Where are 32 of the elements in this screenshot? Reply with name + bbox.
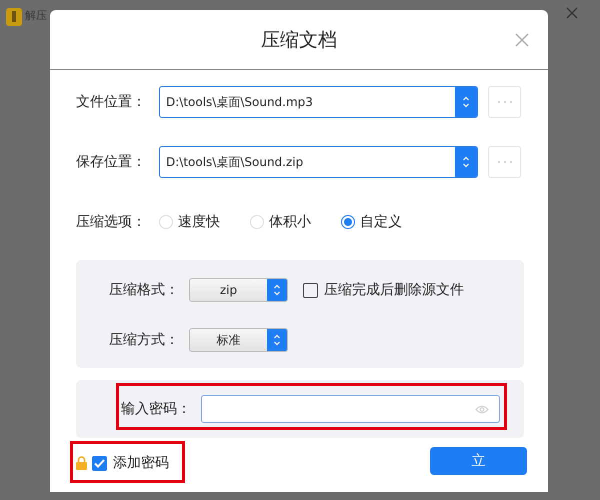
browse-button[interactable] (488, 86, 521, 118)
compress-button[interactable]: 立 (430, 446, 527, 474)
spinner-arrows-icon[interactable] (462, 155, 470, 169)
eye-icon[interactable] (475, 404, 489, 414)
method-label: 压缩方式： (109, 331, 180, 349)
spinner-arrows-icon[interactable] (462, 95, 470, 109)
field-label: 文件位置： (76, 93, 147, 111)
format-select[interactable]: zip (189, 278, 288, 302)
path-field[interactable]: D:\tools\桌面\Sound.zip (159, 146, 478, 178)
spinner-arrows-icon[interactable] (273, 283, 281, 297)
spinner-arrows-icon[interactable] (273, 333, 281, 347)
password-field[interactable] (201, 395, 500, 423)
path-field[interactable]: D:\tools\桌面\Sound.mp3 (159, 86, 478, 118)
radio-option[interactable]: 体积小 (250, 213, 311, 231)
ellipsis-icon[interactable] (496, 160, 512, 164)
ellipsis-icon[interactable] (496, 100, 512, 104)
close-icon[interactable] (566, 7, 578, 19)
add-password-checkbox[interactable]: 添加密码 (92, 454, 169, 472)
delete-source-checkbox[interactable]: 压缩完成后删除源文件 (303, 281, 464, 299)
checkmark-icon[interactable] (94, 458, 105, 468)
browse-button[interactable] (488, 146, 521, 178)
dialog-title: 压缩文档 (261, 28, 337, 52)
app-icon (6, 8, 22, 26)
options-label: 压缩选项： (76, 213, 147, 231)
field-label: 保存位置： (76, 153, 147, 171)
lock-icon (76, 456, 87, 470)
password-label: 输入密码： (121, 400, 192, 418)
format-label: 压缩格式： (109, 281, 180, 299)
method-select[interactable]: 标准 (189, 328, 288, 352)
close-icon[interactable] (515, 33, 529, 47)
radio-option[interactable]: 速度快 (159, 213, 220, 231)
radio-option[interactable]: 自定义 (341, 213, 402, 231)
